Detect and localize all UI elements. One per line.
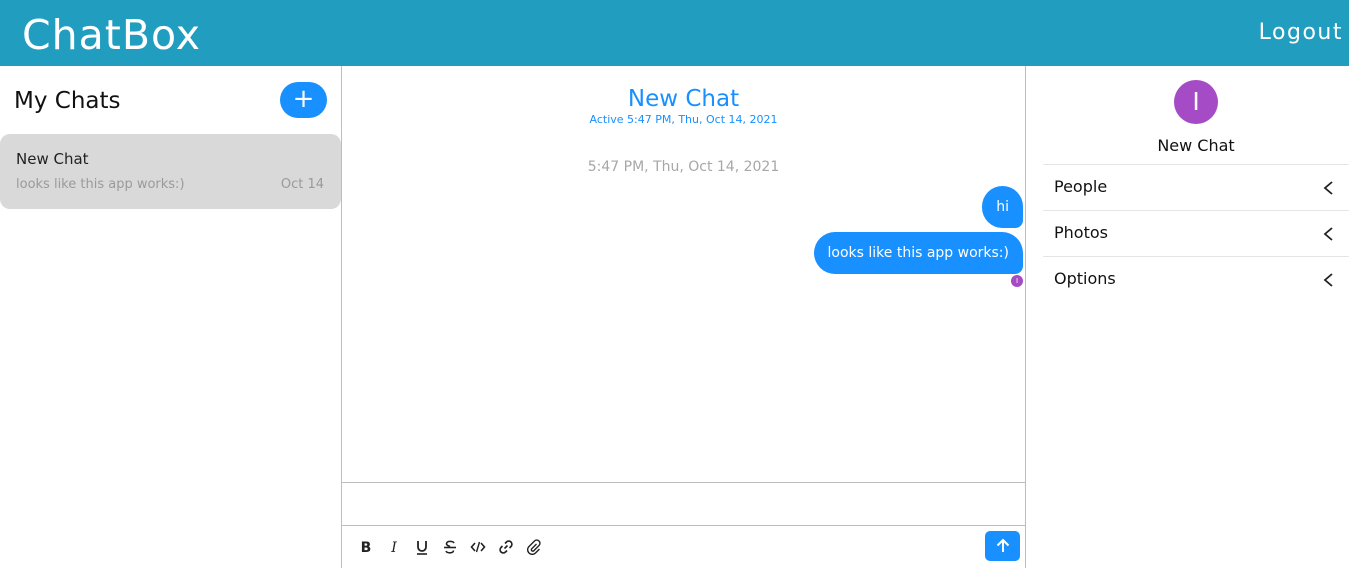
italic-icon[interactable]: I: [384, 538, 404, 556]
settings-chat-title: New Chat: [1157, 136, 1235, 155]
chat-list-panel: My Chats + New Chat looks like this app …: [0, 66, 342, 568]
arrow-up-icon: [996, 538, 1009, 552]
link-icon[interactable]: [496, 538, 516, 556]
section-label: Options: [1054, 269, 1116, 288]
app-logo: ChatBox: [22, 11, 202, 59]
underline-icon[interactable]: [412, 538, 432, 556]
attachment-icon[interactable]: [524, 538, 544, 556]
chat-settings-panel: I New Chat People Photos Options: [1026, 66, 1349, 568]
chat-avatar: I: [1174, 80, 1218, 124]
chat-list-title: My Chats: [14, 88, 121, 114]
code-icon[interactable]: [468, 538, 488, 556]
my-message: looks like this app works:): [813, 232, 1023, 274]
chevron-left-icon: [1323, 227, 1333, 241]
chat-list-item[interactable]: New Chat looks like this app works:) Oct…: [0, 134, 341, 209]
photos-section[interactable]: Photos: [1043, 210, 1349, 256]
options-section[interactable]: Options: [1043, 256, 1349, 302]
svg-text:I: I: [390, 540, 397, 555]
chat-feed: New Chat Active 5:47 PM, Thu, Oct 14, 20…: [341, 66, 1026, 568]
chevron-left-icon: [1323, 273, 1333, 287]
chevron-left-icon: [1323, 181, 1333, 195]
bold-icon[interactable]: B: [356, 538, 376, 556]
chat-title: New Chat: [627, 86, 740, 112]
message-timestamp: 5:47 PM, Thu, Oct 14, 2021: [587, 159, 780, 175]
read-receipt-avatar: I: [1011, 275, 1023, 287]
logout-button[interactable]: Logout: [1259, 19, 1343, 47]
chat-item-date: Oct 14: [280, 177, 324, 192]
strikethrough-icon[interactable]: [440, 538, 460, 556]
people-section[interactable]: People: [1043, 164, 1349, 210]
svg-text:B: B: [361, 540, 372, 555]
my-message: hi: [982, 186, 1023, 228]
message-input[interactable]: [342, 482, 1025, 526]
new-chat-button[interactable]: +: [280, 82, 327, 118]
send-button[interactable]: [985, 531, 1020, 561]
section-label: Photos: [1054, 223, 1108, 242]
section-label: People: [1054, 177, 1108, 196]
chat-item-title: New Chat: [16, 150, 89, 168]
top-navbar: ChatBox Logout: [0, 0, 1349, 66]
message-toolbar: B I: [342, 526, 1025, 568]
chat-item-preview: looks like this app works:): [16, 177, 185, 192]
chat-active-status: Active 5:47 PM, Thu, Oct 14, 2021: [589, 113, 778, 126]
